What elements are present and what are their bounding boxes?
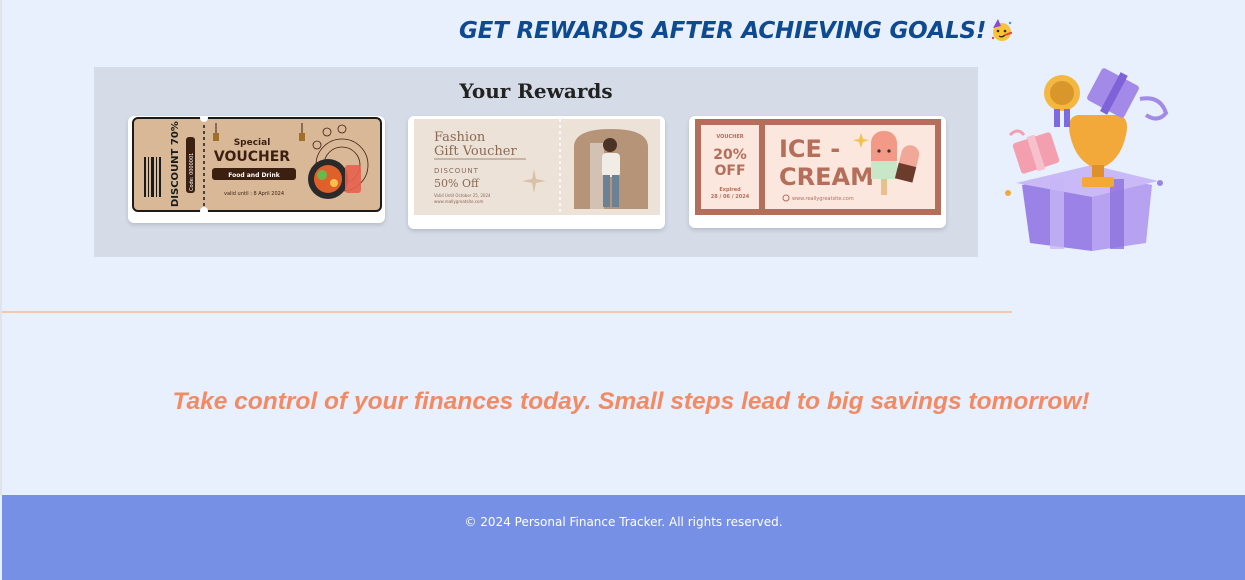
voucher-3-title-line2: CREAM	[779, 163, 874, 191]
footer: © 2024 Personal Finance Tracker. All rig…	[2, 495, 1245, 580]
rewards-headline-text: GET REWARDS AFTER ACHIEVING GOALS!	[459, 18, 987, 44]
voucher-1-valid: valid until : 8 April 2024	[224, 191, 284, 197]
fashion-voucher-image: Fashion Gift Voucher DISCOUNT 50% Off Va…	[414, 119, 660, 215]
voucher-2-value: 50% Off	[434, 177, 480, 190]
gift-trophy-illustration	[1005, 68, 1169, 251]
section-divider	[2, 311, 1012, 313]
voucher-1-code: Code: 0000001	[189, 153, 195, 191]
rewards-title: Your Rewards	[459, 79, 613, 103]
voucher-3-expired-label: Expired	[719, 187, 741, 193]
rewards-headline: GET REWARDS AFTER ACHIEVING GOALS!	[459, 18, 1014, 44]
finance-tagline: Take control of your finances today. Sma…	[172, 388, 1090, 415]
icecream-voucher-image: VOUCHER 20% OFF Expired 28 / 06 / 2024 I…	[695, 119, 941, 215]
party-face-icon	[991, 19, 1013, 41]
voucher-2-label: DISCOUNT	[434, 167, 479, 175]
voucher-3-site: www.reallygreatsite.com	[792, 196, 854, 202]
page-left-edge	[0, 0, 2, 495]
voucher-2-site: www.reallygreatsite.com	[434, 199, 483, 204]
voucher-card-icecream[interactable]: VOUCHER 20% OFF Expired 28 / 06 / 2024 I…	[689, 116, 946, 228]
voucher-3-expired-date: 28 / 06 / 2024	[711, 194, 750, 200]
rewards-panel: Your Rewards DISCOUNT 70% Code: 0000001 …	[94, 67, 978, 257]
voucher-3-label: VOUCHER	[716, 134, 743, 140]
footer-copyright: © 2024 Personal Finance Tracker. All rig…	[464, 515, 783, 529]
food-voucher-image: DISCOUNT 70% Code: 0000001 Special VOUCH…	[132, 117, 382, 213]
voucher-1-heading: Special	[234, 138, 271, 148]
voucher-card-fashion[interactable]: Fashion Gift Voucher DISCOUNT 50% Off Va…	[408, 116, 665, 229]
voucher-1-tag: Food and Drink	[228, 172, 280, 179]
voucher-3-value-line2: OFF	[714, 163, 745, 179]
voucher-2-valid: Valid Until October 25, 2024	[434, 193, 491, 198]
voucher-3-title-line1: ICE -	[779, 135, 840, 163]
voucher-1-title: VOUCHER	[214, 149, 290, 165]
voucher-2-title-line2: Gift Voucher	[434, 144, 517, 159]
voucher-1-side-text: DISCOUNT 70%	[170, 121, 181, 207]
voucher-card-food[interactable]: DISCOUNT 70% Code: 0000001 Special VOUCH…	[128, 116, 385, 223]
voucher-2-title-line1: Fashion	[434, 130, 486, 145]
voucher-3-value-line1: 20%	[713, 147, 747, 163]
